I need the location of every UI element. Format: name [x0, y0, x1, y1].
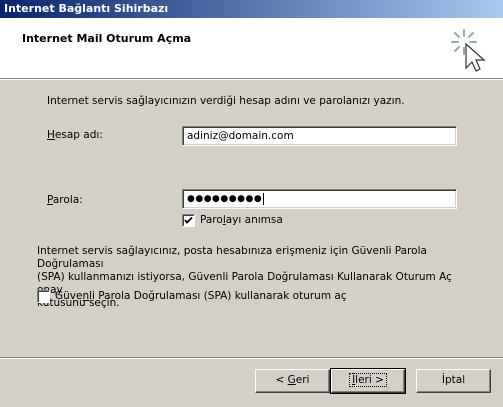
wizard-wand-cursor-icon [451, 29, 486, 72]
back-button-accel: G [287, 374, 296, 386]
cancel-button[interactable]: İptal [416, 369, 491, 393]
next-button-focus: İleri > [349, 373, 387, 387]
next-button-rest: leri > [355, 374, 384, 386]
password-label-rest: arola: [52, 194, 83, 206]
spa-checkbox-label[interactable]: Güvenli Parola Doğrulaması (SPA) kullana… [55, 290, 347, 302]
header-separator-highlight [0, 79, 503, 80]
remember-label-post: ayı anımsa [225, 214, 283, 226]
remember-password-label[interactable]: Parolayı anımsa [200, 214, 283, 226]
text-cursor [263, 192, 265, 205]
back-button-prefix: < [275, 374, 288, 386]
password-value: ●●●●●●●●● [187, 194, 263, 204]
remember-label-pre: Paro [200, 214, 223, 226]
cancel-button-label: İptal [441, 374, 466, 386]
back-button[interactable]: < Geri [255, 369, 330, 393]
window-title: Internet Bağlantı Sihirbazı [4, 2, 169, 15]
page-title: Internet Mail Oturum Açma [22, 32, 192, 45]
footer-separator-highlight [0, 358, 503, 359]
instructions-text: Internet servis sağlayıcınızın verdiği h… [47, 95, 405, 107]
spa-label-pre: Güve [55, 290, 83, 302]
next-button[interactable]: İleri > [330, 368, 406, 394]
spa-label-post: li Parola Doğrulaması (SPA) kullanarak o… [89, 290, 347, 302]
spa-checkbox[interactable] [37, 290, 50, 303]
account-name-label-rest: esap adı: [54, 129, 103, 141]
account-name-input[interactable]: adiniz@domain.com [182, 126, 457, 146]
wizard-header: Internet Mail Oturum Açma [0, 18, 503, 78]
account-name-label: Hesap adı: [47, 129, 103, 141]
window-title-bar: Internet Bağlantı Sihirbazı [0, 0, 503, 18]
back-button-rest: eri [295, 374, 310, 386]
password-label: Parola: [47, 194, 83, 206]
account-name-label-accel: H [47, 129, 55, 141]
account-name-value: adiniz@domain.com [187, 130, 294, 142]
checkmark-icon [184, 216, 193, 224]
remember-password-checkbox[interactable] [182, 214, 195, 227]
password-input[interactable]: ●●●●●●●●● [182, 189, 457, 209]
spa-info-line-1: Internet servis sağlayıcınız, posta hesa… [37, 245, 427, 270]
